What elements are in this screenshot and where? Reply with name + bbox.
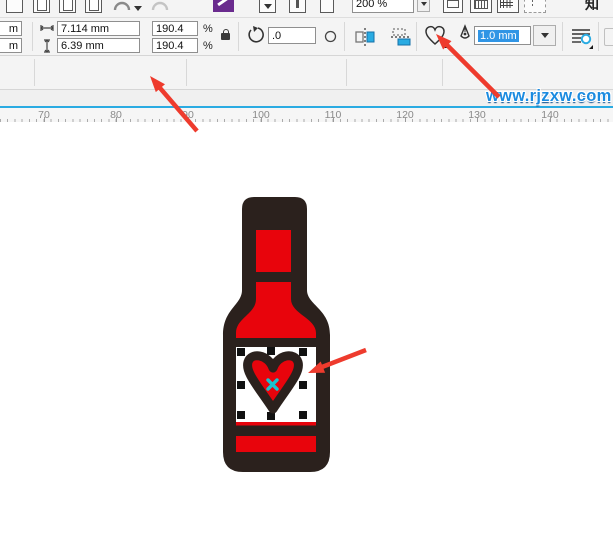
options-icon[interactable] [320,0,334,13]
window-icon[interactable] [443,0,463,13]
flip-vertical-icon[interactable] [388,23,414,50]
rotation-angle-field[interactable]: .0 [268,27,316,44]
scale-height-field[interactable]: 190.4 [152,38,198,53]
app-purple-icon[interactable] [213,0,234,12]
ellipse-mini-icon[interactable] [324,30,337,43]
import-icon[interactable] [259,0,276,13]
object-height-icon [43,39,51,53]
object-width-field[interactable]: 7.114 mm [57,21,140,36]
zoom-level-dropdown[interactable] [417,0,430,12]
export-icon[interactable] [289,0,306,13]
object-width-icon [40,24,54,32]
object-y-field[interactable]: m [0,38,22,53]
property-bar: m m 7.114 mm 6.39 mm 190.4 190.4 % % .0 [0,18,613,56]
copy-icon[interactable] [59,0,76,13]
scale-width-field[interactable]: 190.4 [152,21,198,36]
object-height-field[interactable]: 6.39 mm [57,38,140,53]
duplicate-icon[interactable] [85,0,102,13]
undo-icon[interactable] [112,0,132,16]
horizontal-ruler: 70 80 90 100 110 120 130 140 [0,108,613,123]
redo-icon[interactable] [150,0,170,16]
percent-sign: % [203,40,213,52]
paste-icon[interactable] [33,0,50,13]
outline-width-value: 1.0 mm [478,30,519,42]
outline-width-dropdown[interactable] [533,25,556,46]
flip-horizontal-icon[interactable] [352,23,378,50]
standard-toolbar: 200 % 知 [0,0,613,18]
clipped-icon [604,28,613,46]
ruler-toggle-icon[interactable] [470,0,492,13]
guidelines-toggle-icon[interactable] [524,0,546,13]
wrap-text-icon[interactable] [568,23,594,50]
drawing-canvas[interactable] [0,122,613,543]
watermark: www.rjzxw.com [486,87,612,106]
grid-toggle-icon[interactable] [497,0,519,13]
percent-sign: % [203,23,213,35]
toolbox: 字 [0,56,613,90]
lock-ratio-icon[interactable] [221,33,230,40]
clipped-menu-text: 知 [585,0,599,14]
zoom-level-value: 200 % [356,0,387,10]
app-window: 200 % 知 m m 7.114 mm 6.39 mm 190.4 190.4… [0,0,613,543]
undo-flyout-arrow[interactable] [134,6,142,11]
object-x-field[interactable]: m [0,21,22,36]
zoom-level-combo[interactable]: 200 % [352,0,414,13]
heart-shape-icon[interactable] [422,22,448,49]
rotate-icon [246,26,266,46]
save-icon[interactable] [6,0,23,13]
outline-width-combo[interactable]: 1.0 mm [474,26,531,45]
